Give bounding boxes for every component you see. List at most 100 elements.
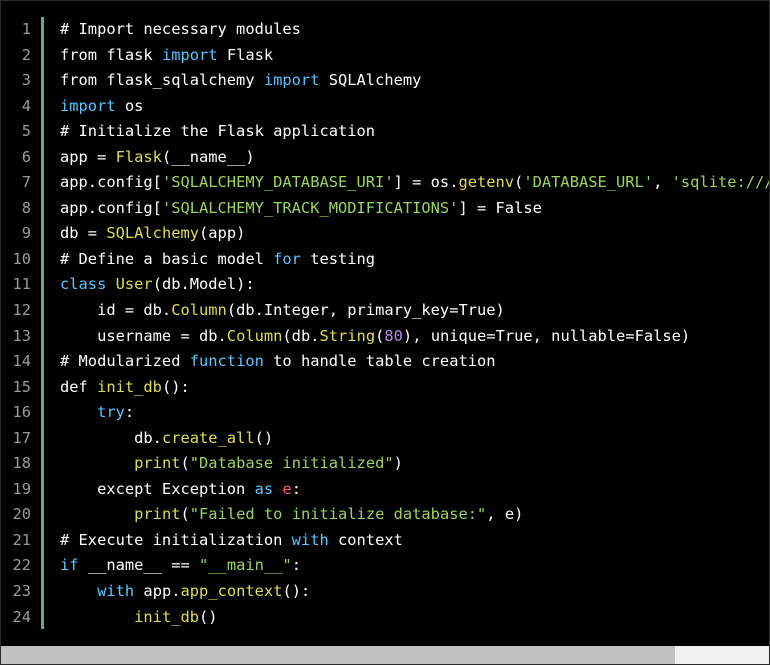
code-line: app.config['SQLALCHEMY_DATABASE_URI'] = …	[60, 170, 769, 196]
code-token: testing	[300, 249, 376, 268]
code-token: db.	[60, 428, 162, 447]
code-token: 80	[384, 326, 403, 345]
code-line: # Modularized function to handle table c…	[60, 349, 769, 375]
code-token: def	[60, 377, 98, 396]
line-number-gutter: 1 2 3 4 5 6 7 8 9 10 11 12 13 14 15 16 17 18 19 20 21 22 23 24	[1, 17, 31, 630]
code-token: for	[273, 249, 301, 268]
code-token: (	[180, 505, 190, 524]
code-line: db = SQLAlchemy(app)	[60, 221, 769, 247]
line-number: 4	[21, 96, 31, 115]
line-number: 16	[12, 403, 31, 422]
line-number: 2	[21, 45, 31, 64]
code-token: with	[291, 530, 329, 549]
code-line: app.config['SQLALCHEMY_TRACK_MODIFICATIO…	[60, 196, 769, 222]
code-line: print("Database initialized")	[60, 451, 769, 477]
code-line: try:	[60, 400, 769, 426]
code-token: (	[180, 454, 190, 473]
code-token: from flask	[60, 45, 162, 64]
code-token: print	[134, 505, 181, 524]
code-token: e	[282, 479, 292, 498]
horizontal-scrollbar[interactable]	[1, 646, 769, 664]
code-token: if	[60, 556, 79, 575]
code-token: ()	[199, 607, 218, 626]
line-number: 14	[12, 352, 31, 371]
code-token: app.config[	[60, 198, 162, 217]
line-number: 24	[12, 607, 31, 626]
line-number: 1	[21, 20, 31, 38]
code-token: Column	[226, 326, 283, 345]
code-token: ()	[254, 428, 274, 447]
line-number: 8	[21, 198, 31, 217]
code-token: getenv	[458, 173, 515, 192]
line-number: 17	[12, 428, 31, 447]
code-line: app = Flask(__name__)	[60, 145, 769, 171]
gutter-divider	[41, 17, 44, 629]
code-token: )	[393, 454, 403, 473]
line-number: 20	[12, 505, 31, 524]
line-number: 15	[12, 377, 31, 396]
code-token: init_db	[134, 607, 200, 626]
code-token: (db.Integer, primary_key=True)	[226, 301, 505, 320]
code-token: from flask_sqlalchemy	[60, 71, 264, 90]
code-token: 'SQLALCHEMY_TRACK_MODIFICATIONS'	[161, 198, 459, 217]
code-token: app.config[	[60, 173, 162, 192]
code-line: class User(db.Model):	[60, 272, 769, 298]
code-block: 1 2 3 4 5 6 7 8 9 10 11 12 13 14 15 16 17 18 19 20 21 22 23 24 …	[0, 0, 770, 665]
code-token: :	[291, 479, 301, 498]
code-token: os	[115, 96, 144, 115]
code-token: (app)	[199, 224, 246, 243]
code-token: ():	[161, 377, 190, 396]
code-token: (__name__)	[161, 147, 255, 166]
code-token: try	[97, 403, 125, 422]
code-token: "__main__"	[199, 556, 292, 575]
code-token: "Database initialized"	[189, 454, 394, 473]
code-token: ] = os.	[393, 173, 459, 192]
code-line: from flask_sqlalchemy import SQLAlchemy	[60, 68, 769, 94]
line-number: 5	[21, 122, 31, 141]
code-token: , e)	[486, 505, 524, 524]
code-token: to handle table creation	[263, 352, 496, 371]
line-number: 11	[12, 275, 31, 294]
code-line: # Execute initialization with context	[60, 528, 769, 554]
line-number: 21	[12, 530, 31, 549]
code-token: :	[124, 403, 135, 422]
code-line: print("Failed to initialize database:", …	[60, 502, 769, 528]
code-token: app.	[134, 582, 181, 601]
code-token: (db.Model):	[152, 275, 255, 294]
code-token: "Failed to initialize database:"	[189, 505, 487, 524]
code-viewport[interactable]: 1 2 3 4 5 6 7 8 9 10 11 12 13 14 15 16 17 18 19 20 21 22 23 24 …	[1, 1, 769, 646]
code-token: 'sqlite:///	[671, 173, 769, 192]
code-token: SQLAlchemy	[319, 71, 422, 90]
code-line: # Define a basic model for testing	[60, 247, 769, 273]
code-token: function	[189, 352, 264, 371]
code-token: with	[97, 582, 135, 601]
code-token: import	[161, 45, 218, 64]
code-token: (db.	[282, 326, 320, 345]
code-line: # Import necessary modules	[60, 17, 769, 43]
code-token: 'SQLALCHEMY_DATABASE_URI'	[161, 173, 394, 192]
code-token: id = db.	[60, 301, 172, 320]
code-token: ] = False	[458, 198, 542, 217]
code-token: print	[134, 454, 181, 473]
code-token: init_db	[97, 377, 162, 396]
code-token: Column	[171, 301, 227, 320]
code-line: with app.app_context():	[60, 579, 769, 605]
line-number: 23	[12, 582, 31, 601]
line-number: 19	[12, 479, 31, 498]
code-token: ,	[653, 173, 672, 192]
code-token: (	[514, 173, 524, 192]
code-token: SQLAlchemy	[106, 224, 200, 243]
line-number: 10	[12, 249, 31, 268]
scrollbar-thumb[interactable]	[1, 646, 675, 664]
line-number: 3	[21, 71, 31, 90]
line-number: 9	[21, 224, 31, 243]
code-token: create_all	[161, 428, 255, 447]
code-token: (	[375, 326, 385, 345]
code-token: User	[115, 275, 153, 294]
